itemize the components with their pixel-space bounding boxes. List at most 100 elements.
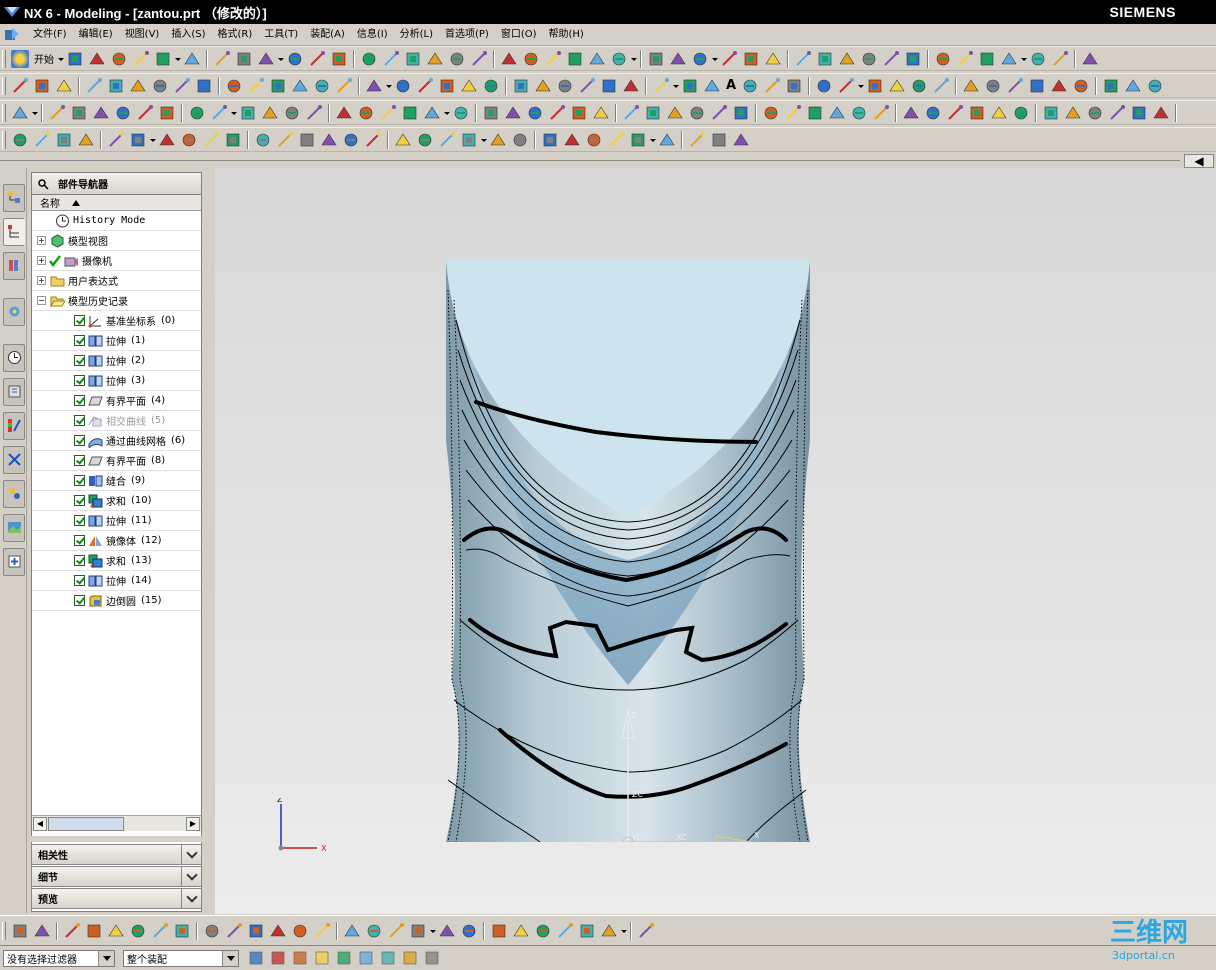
toolbar-command-icon[interactable] (173, 922, 191, 940)
toolbar-command-icon[interactable] (107, 131, 125, 149)
tree-item-feature[interactable]: 有界平面 (8) (32, 451, 201, 471)
toolbar-command-icon[interactable] (438, 922, 456, 940)
tree-item-feature[interactable]: 相交曲线 (5) (32, 411, 201, 431)
toolbar-command-icon[interactable] (66, 50, 84, 68)
toolbar-command-icon[interactable] (600, 922, 618, 940)
toolbar-command-icon[interactable] (129, 77, 147, 95)
selection-tool-icon[interactable] (379, 949, 397, 967)
toolbar-command-icon[interactable] (838, 50, 856, 68)
visibility-checkbox[interactable] (74, 315, 85, 326)
details-panel[interactable]: 细节 (31, 866, 202, 887)
selection-tool-icon[interactable] (335, 949, 353, 967)
toolbar-command-icon[interactable] (1006, 77, 1024, 95)
tree-item-feature[interactable]: 镜像体 (12) (32, 531, 201, 551)
toolbar-command-icon[interactable] (438, 77, 456, 95)
system-materials-tab[interactable] (3, 378, 25, 406)
tree-item-cameras[interactable]: + 摄像机 (32, 251, 201, 271)
toolbar-command-icon[interactable] (132, 50, 150, 68)
toolbar-command-icon[interactable] (342, 131, 360, 149)
toolbar-command-icon[interactable] (622, 77, 640, 95)
type-filter-combo[interactable]: 没有选择过滤器 (3, 949, 115, 967)
visibility-checkbox[interactable] (74, 435, 85, 446)
text-tool-button[interactable]: A (726, 78, 736, 93)
visibility-checkbox[interactable] (74, 375, 85, 386)
history-palette-tab[interactable] (3, 480, 25, 508)
toolbar-command-icon[interactable] (720, 50, 738, 68)
toolbar-command-icon[interactable] (666, 104, 684, 122)
toolbar-command-icon[interactable] (158, 131, 176, 149)
toolbar-command-icon[interactable] (257, 50, 275, 68)
collapse-icon[interactable]: − (37, 296, 46, 305)
visibility-checkbox[interactable] (74, 475, 85, 486)
toolbar-command-icon[interactable] (202, 131, 220, 149)
menu-insert[interactable]: 插入(S) (165, 26, 211, 44)
toolbar-command-icon[interactable] (1064, 104, 1082, 122)
toolbar-command-icon[interactable] (151, 77, 169, 95)
toolbar-command-icon[interactable] (544, 50, 562, 68)
toolbar-command-icon[interactable] (888, 77, 906, 95)
visibility-checkbox[interactable] (74, 395, 85, 406)
toolbar-command-icon[interactable] (305, 104, 323, 122)
reuse-library-tab[interactable] (3, 252, 25, 280)
toolbar-command-icon[interactable] (785, 77, 803, 95)
tree-item-feature[interactable]: 拉伸 (1) (32, 331, 201, 351)
toolbar-grip[interactable] (2, 103, 6, 122)
toolbar-command-icon[interactable] (570, 104, 588, 122)
toolbar-command-icon[interactable] (404, 50, 422, 68)
toolbar-command-icon[interactable] (828, 104, 846, 122)
toolbar-command-icon[interactable] (1028, 77, 1046, 95)
toolbar-command-icon[interactable] (335, 77, 353, 95)
toolbar-dropdown[interactable] (429, 922, 436, 940)
toolbar-dropdown[interactable] (711, 50, 718, 68)
toolbar-command-icon[interactable] (658, 131, 676, 149)
tree-item-feature[interactable]: 拉伸 (14) (32, 571, 201, 591)
tree-item-feature[interactable]: 拉伸 (11) (32, 511, 201, 531)
tree-item-feature[interactable]: 通过曲线网格 (6) (32, 431, 201, 451)
toolbar-command-icon[interactable] (452, 104, 470, 122)
toolbar-command-icon[interactable] (860, 50, 878, 68)
toolbar-command-icon[interactable] (460, 77, 478, 95)
panel-splitter[interactable] (31, 836, 202, 842)
toolbar-command-icon[interactable] (1012, 104, 1030, 122)
toolbar-command-icon[interactable] (48, 104, 66, 122)
tree-item-model-history[interactable]: − 模型历史记录 (32, 291, 201, 311)
palette-tab[interactable] (3, 514, 25, 542)
toolbar-grip[interactable] (2, 49, 6, 68)
toolbar-command-icon[interactable] (984, 77, 1002, 95)
toolbar-command-icon[interactable] (11, 104, 29, 122)
toolbar-command-icon[interactable] (578, 77, 596, 95)
toolbar-command-icon[interactable] (360, 50, 378, 68)
toolbar-command-icon[interactable] (394, 131, 412, 149)
toolbar-command-icon[interactable] (490, 922, 508, 940)
menu-analysis[interactable]: 分析(L) (394, 26, 439, 44)
toolbar-command-icon[interactable] (681, 77, 699, 95)
toolbar-command-icon[interactable] (592, 104, 610, 122)
tree-item-feature[interactable]: 拉伸 (3) (32, 371, 201, 391)
toolbar-command-icon[interactable] (763, 77, 781, 95)
toolbar-command-icon[interactable] (308, 50, 326, 68)
toolbar-command-icon[interactable] (136, 104, 154, 122)
toolbar-dropdown[interactable] (277, 50, 284, 68)
toolbar-command-icon[interactable] (962, 77, 980, 95)
visibility-checkbox[interactable] (74, 535, 85, 546)
toolbar-command-icon[interactable] (151, 922, 169, 940)
toolbar-command-icon[interactable] (239, 104, 257, 122)
toolbar-command-icon[interactable] (637, 922, 655, 940)
toolbar-command-icon[interactable] (261, 104, 279, 122)
toolbar-command-icon[interactable] (522, 50, 540, 68)
toolbar-grip[interactable] (2, 76, 6, 95)
chevron-down-icon[interactable] (181, 867, 201, 886)
toolbar-command-icon[interactable] (129, 131, 147, 149)
assembly-navigator-tab[interactable] (3, 184, 25, 212)
selection-tool-icon[interactable] (269, 949, 287, 967)
menu-view[interactable]: 视图(V) (119, 26, 166, 44)
toolbar-command-icon[interactable] (1152, 104, 1170, 122)
toolbar-command-icon[interactable] (607, 131, 625, 149)
toolbar-command-icon[interactable] (563, 131, 581, 149)
toolbar-command-icon[interactable] (691, 50, 709, 68)
toolbar-command-icon[interactable] (460, 922, 478, 940)
tree-item-feature[interactable]: 缝合 (9) (32, 471, 201, 491)
chevron-down-icon[interactable] (222, 950, 238, 966)
process-studio-tab[interactable] (3, 548, 25, 576)
toolbar-command-icon[interactable] (600, 77, 618, 95)
